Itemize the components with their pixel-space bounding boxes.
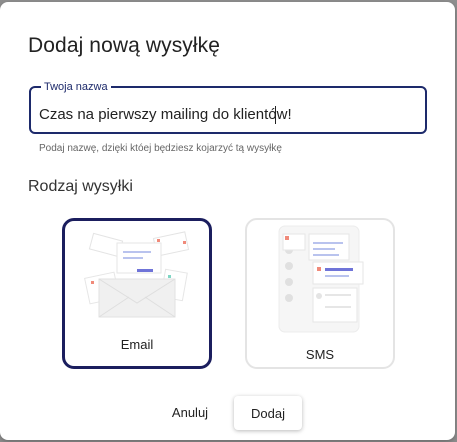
text-caret [275,106,276,124]
type-card-sms-label: SMS [305,347,335,362]
email-illustration-icon [84,231,190,318]
add-button[interactable]: Dodaj [234,396,302,430]
name-field-label: Twoja nazwa [41,81,111,93]
section-title: Rodzaj wysyłki [28,178,133,195]
name-field-helper: Podaj nazwę, dzięki któej będziesz kojar… [39,143,282,154]
sms-illustration-icon [278,225,364,333]
dialog-title: Dodaj nową wysyłkę [28,34,221,57]
type-card-sms[interactable]: SMS [245,218,395,369]
type-card-email[interactable]: Email [62,218,212,369]
name-field[interactable]: Twoja nazwa [29,81,427,134]
name-input[interactable] [39,106,409,123]
new-mailing-dialog: Dodaj nową wysyłkę Twoja nazwa Podaj naz… [0,2,455,440]
type-card-email-label: Email [120,337,154,352]
cancel-button[interactable]: Anuluj [163,397,217,427]
